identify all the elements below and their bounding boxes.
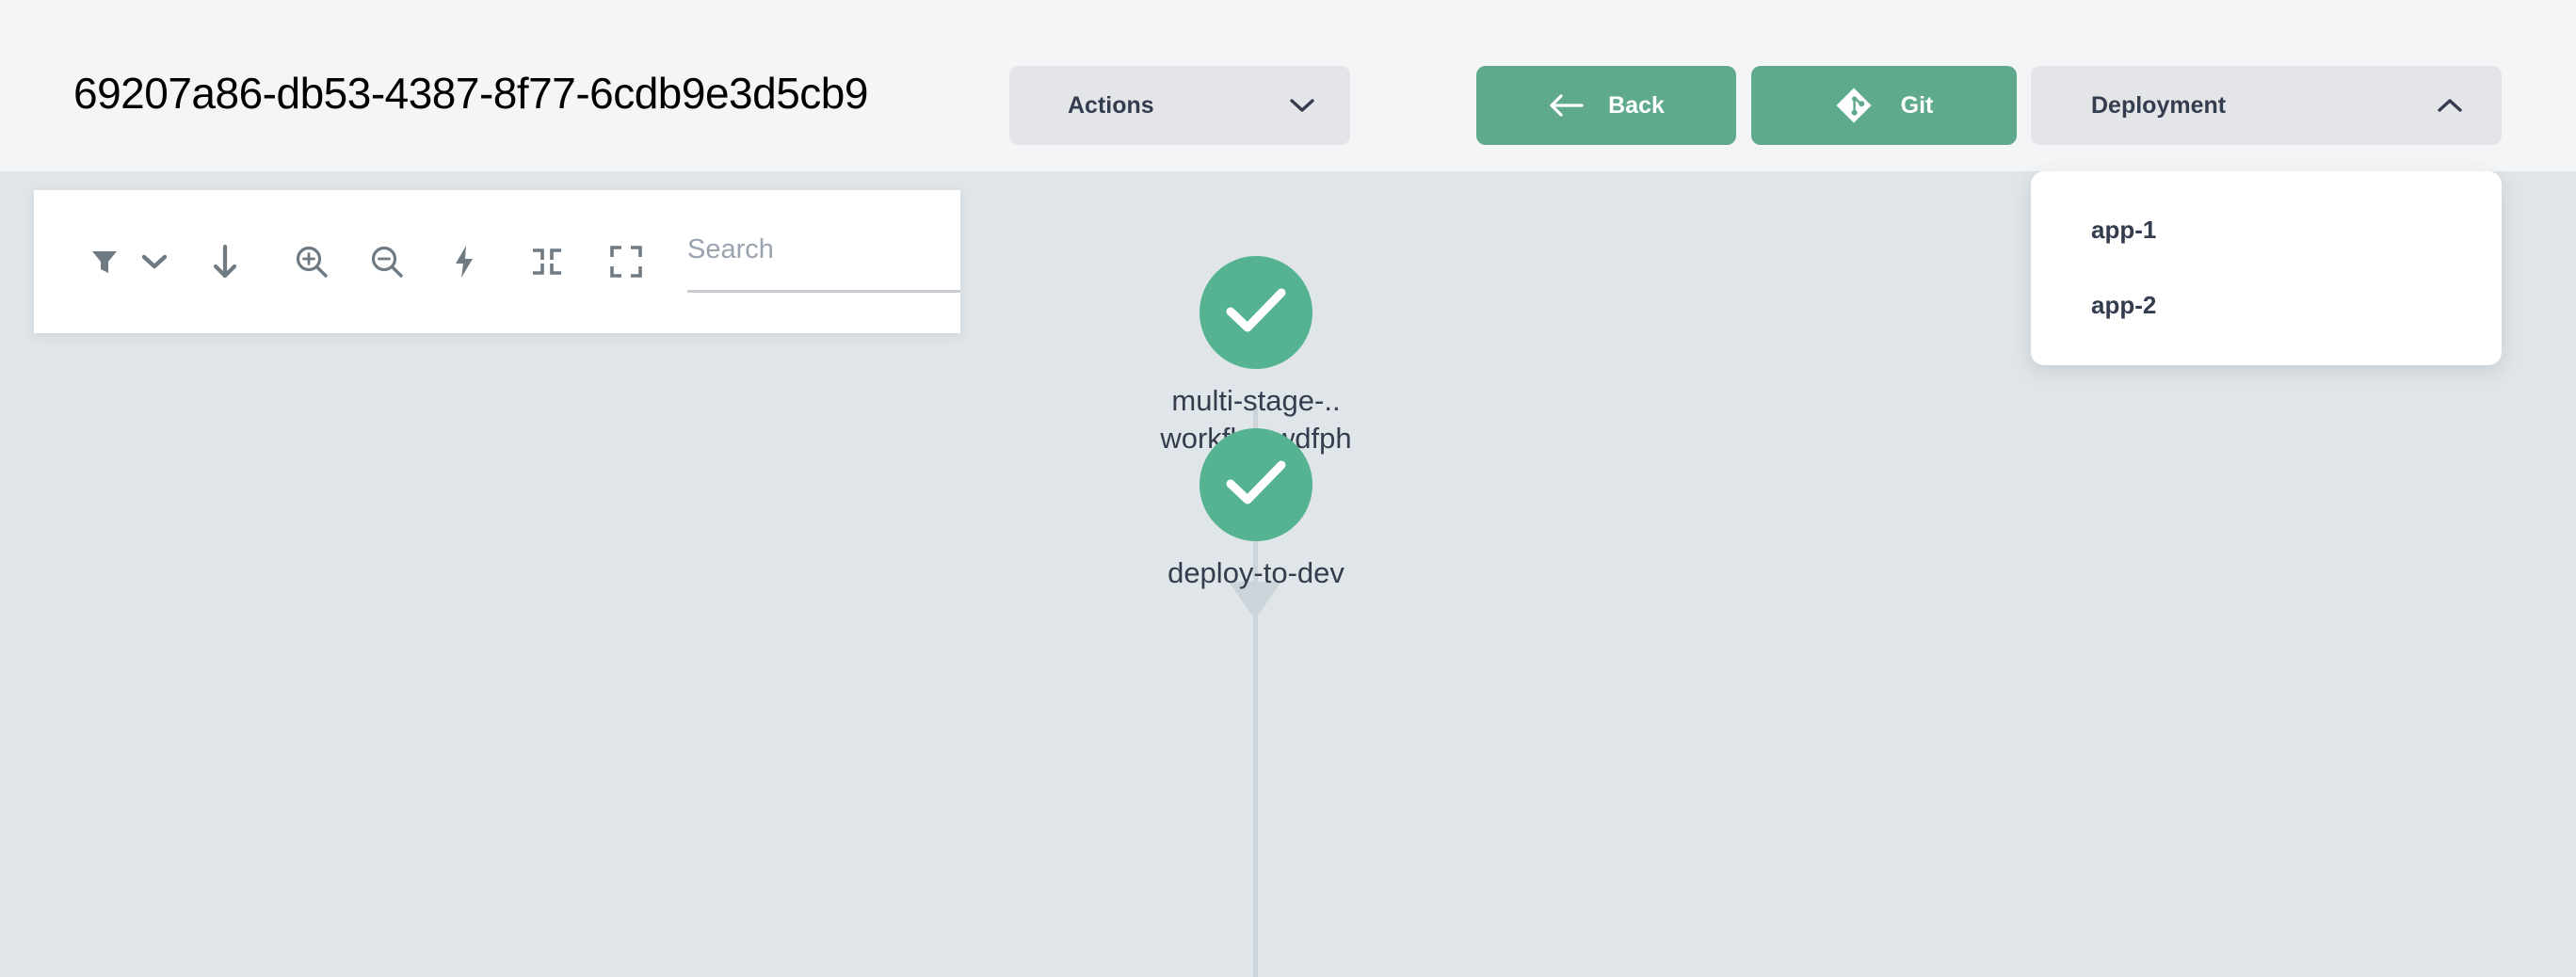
git-icon [1835,87,1873,124]
chevron-down-icon[interactable] [134,232,175,291]
dropdown-item-app-2[interactable]: app-2 [2031,267,2502,343]
actions-button-label: Actions [1068,91,1154,119]
check-icon [1225,286,1287,340]
node-status-circle [1199,428,1312,541]
chevron-up-icon [2438,98,2462,113]
fullscreen-icon[interactable] [597,232,655,291]
page-title: 69207a86-db53-4387-8f77-6cdb9e3d5cb9 [73,69,868,118]
check-icon [1225,458,1287,512]
actions-button[interactable]: Actions [1009,66,1350,145]
git-button-label: Git [1900,91,1934,119]
node-status-circle [1199,256,1312,369]
dropdown-item-label: app-1 [2091,215,2157,244]
graph-node-label: deploy-to-dev [1167,556,1344,589]
graph-node-deploy-to-dev[interactable]: deploy-to-dev [1087,428,1425,592]
app-header: 69207a86-db53-4387-8f77-6cdb9e3d5cb9 Act… [0,0,2576,171]
filter-icon[interactable] [75,232,134,291]
graph-edge [1253,576,1258,977]
graph-toolbar [34,190,960,333]
git-button[interactable]: Git [1751,66,2017,145]
dropdown-item-app-1[interactable]: app-1 [2031,192,2502,267]
zoom-in-icon[interactable] [282,232,341,291]
dropdown-item-label: app-2 [2091,290,2157,319]
chevron-down-icon [1290,98,1314,113]
deployment-button-label: Deployment [2091,91,2227,119]
deployment-dropdown-menu: app-1 app-2 [2031,171,2502,365]
search-field[interactable] [687,231,960,293]
graph-node-multi-stage-workflow[interactable]: multi-stage-.. workflowwdfph [1087,256,1425,457]
deployment-button[interactable]: Deployment [2031,66,2502,145]
arrow-left-icon [1548,90,1584,120]
back-button-label: Back [1608,91,1665,119]
back-button[interactable]: Back [1476,66,1736,145]
bolt-icon[interactable] [435,232,493,291]
arrow-down-icon[interactable] [196,232,254,291]
collapse-icon[interactable] [518,232,576,291]
zoom-out-icon[interactable] [358,232,416,291]
search-input[interactable] [687,231,960,268]
